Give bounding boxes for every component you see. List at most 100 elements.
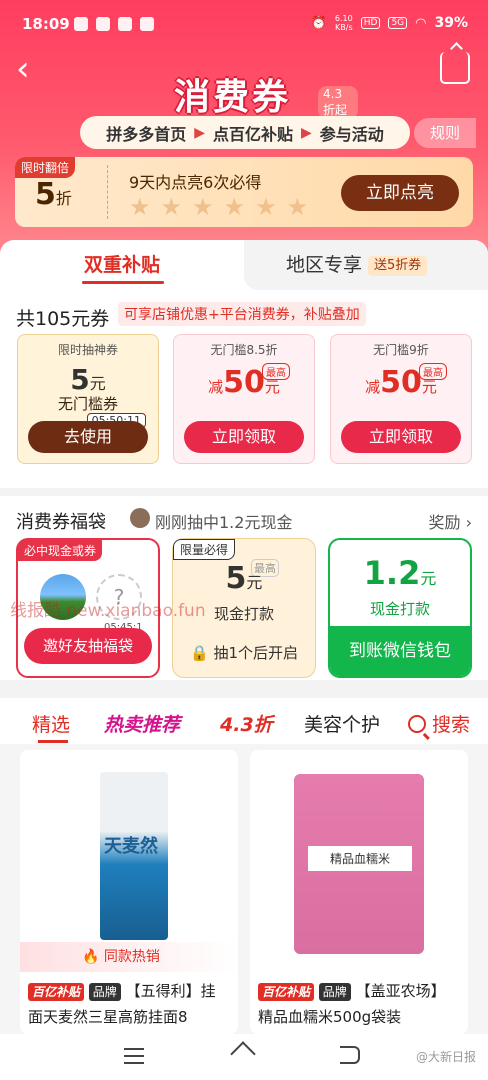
step-1: 拼多多首页 (106, 124, 187, 144)
coupon-note: 可享店铺优惠+平台消费券，补贴叠加 (118, 302, 366, 326)
subsidy-badge: 百亿补贴 (28, 983, 85, 1001)
lock-icon: 🔒 (189, 644, 209, 662)
app-notification-icon (118, 17, 132, 31)
lock-note: 🔒 抽1个后开启 (189, 644, 298, 662)
cash-amount: 1.2元 (363, 554, 437, 592)
search-button[interactable]: 搜索 (407, 710, 470, 737)
hero-banner: 18:09 ⏰ 6.10 KB/s HD 5G ◠ 39% ‹ 消费券 4.3折起… (0, 0, 488, 260)
coupon-value: 减50元 (208, 365, 280, 400)
star-icon: ★ (223, 193, 246, 221)
watermark: 线报酷 new.xianbao.fun (10, 601, 206, 621)
lucky-bag-section: 消费券福袋 刚刚抽中1.2元现金 奖励 › 必中现金或券 ? 05:45:1 邀… (0, 488, 488, 678)
product-name: 百亿补贴 品牌 【盖亚农场】精品血糯米500g袋装 (258, 982, 446, 1026)
page-title: 消费券 4.3折起 (168, 66, 358, 119)
flip-tag: 限时翻倍 (15, 157, 76, 178)
hot-sale-tag: 🔥 同款热销 (20, 942, 238, 972)
rules-button[interactable]: 规则 (414, 118, 476, 148)
star-icon: ★ (129, 193, 151, 221)
chevron-right-icon: ▶ (194, 124, 205, 141)
home-icon[interactable] (231, 1044, 257, 1066)
cash-amount: 5元 (225, 561, 263, 596)
status-bar: 18:09 ⏰ 6.10 KB/s HD 5G ◠ 39% (0, 0, 488, 48)
tab-region-exclusive[interactable]: 地区专享 送5折券 (244, 240, 488, 290)
claim-coupon-button[interactable]: 立即领取 (184, 421, 304, 453)
network-speed: 6.10 KB/s (334, 14, 353, 32)
coupon-card: 无门槛8.5折 减50元 最高 立即领取 (173, 334, 315, 464)
coupon-desc: 无门槛券 (57, 395, 118, 413)
title-badge: 4.3折起 (318, 86, 358, 119)
tab-discount[interactable]: 4.3折 (220, 710, 273, 737)
hd-indicator: HD (360, 17, 381, 29)
max-tag: 最高 (262, 363, 290, 380)
coupon-card: 限时抽神券 5元 无门槛券 05:50:11 去使用 (17, 334, 159, 464)
cash-desc: 现金打款 (369, 600, 430, 618)
product-image: 天麦然 (20, 750, 238, 972)
region-badge: 送5折券 (368, 256, 428, 276)
system-nav-bar: @大新日报 (0, 1034, 488, 1080)
max-tag: 最高 (419, 363, 447, 380)
alarm-icon: ⏰ (310, 15, 327, 31)
subsidy-tabs: 双重补贴 地区专享 送5折券 (0, 240, 488, 290)
weibo-watermark: @大新日报 (415, 1050, 476, 1064)
product-name: 百亿补贴 品牌 【五得利】挂面天麦然三星高筋挂面8 (28, 982, 216, 1026)
product-feed: 天麦然 🔥 同款热销 百亿补贴 品牌 【五得利】挂面天麦然三星高筋挂面8 精品血… (0, 744, 488, 1034)
star-icon: ★ (160, 193, 183, 221)
divider (107, 165, 108, 219)
star-icon: ★ (255, 193, 277, 221)
reward-link[interactable]: 奖励 › (429, 509, 473, 533)
limited-tag: 限量必得 (173, 539, 236, 560)
claim-coupon-button[interactable]: 立即领取 (341, 421, 461, 453)
wechat-wallet-button[interactable]: 到账微信钱包 (330, 626, 470, 676)
coupon-card: 无门槛9折 减50元 最高 立即领取 (330, 334, 472, 464)
coupon-value: 减50元 (365, 365, 437, 400)
star-icon: ★ (192, 193, 214, 221)
avatar (130, 508, 150, 528)
coupon-head: 限时抽神券 (57, 343, 118, 357)
flip-description: 9天内点亮6次必得 (129, 173, 262, 192)
light-up-button[interactable]: 立即点亮 (341, 175, 459, 211)
tab-double-subsidy[interactable]: 双重补贴 (0, 240, 244, 290)
coupon-head: 无门槛9折 (373, 343, 429, 357)
product-image: 精品血糯米 (250, 750, 468, 972)
app-notification-icon (140, 17, 154, 31)
system-indicators: ⏰ 6.10 KB/s HD 5G ◠ 39% (311, 14, 468, 32)
flip-banner: 限时翻倍 5折 9天内点亮6次必得 ★ ★ ★ ★ ★ ★ 立即点亮 (15, 157, 473, 227)
lucky-bag-title: 消费券福袋 (16, 512, 106, 533)
back-nav-icon[interactable] (340, 1046, 360, 1064)
subsidy-badge: 百亿补贴 (258, 983, 315, 1001)
winner-ticker: 刚刚抽中1.2元现金 (155, 513, 293, 532)
coupon-total: 共105元券 (16, 308, 110, 330)
star-icon: ★ (286, 193, 309, 221)
rice-package: 精品血糯米 (294, 774, 424, 954)
progress-stars: ★ ★ ★ ★ ★ ★ (129, 195, 308, 219)
activity-steps: 拼多多首页 ▶ 点百亿补贴 ▶ 参与活动 (80, 116, 410, 149)
guarantee-tag: 必中现金或券 (18, 540, 103, 561)
noodle-package: 天麦然 (100, 772, 168, 940)
flip-discount: 5折 (35, 177, 72, 212)
share-icon[interactable] (440, 52, 470, 84)
step-2: 点百亿补贴 (212, 124, 293, 144)
tab-hot-recommend[interactable]: 热卖推荐 (104, 710, 180, 737)
lucky-card-wechat: 1.2元 现金打款 到账微信钱包 (328, 538, 472, 678)
menu-icon[interactable] (124, 1048, 144, 1064)
brand-badge: 品牌 (88, 983, 121, 1001)
invite-friends-button[interactable]: 邀好友抽福袋 (24, 628, 152, 664)
feed-tabs: 精选 热卖推荐 4.3折 美容个护 搜索 (0, 688, 488, 744)
notification-icons (74, 17, 154, 31)
coupon-head: 无门槛8.5折 (210, 343, 278, 357)
app-notification-icon (74, 17, 88, 31)
tab-beauty[interactable]: 美容个护 (304, 710, 380, 737)
wifi-icon: ◠ (415, 15, 427, 31)
back-icon[interactable]: ‹ (16, 52, 46, 88)
product-card[interactable]: 天麦然 🔥 同款热销 百亿补贴 品牌 【五得利】挂面天麦然三星高筋挂面8 (20, 750, 238, 1034)
use-coupon-button[interactable]: 去使用 (28, 421, 148, 453)
brand-badge: 品牌 (318, 983, 351, 1001)
product-card[interactable]: 精品血糯米 百亿补贴 品牌 【盖亚农场】精品血糯米500g袋装 (250, 750, 468, 1034)
fire-icon: 🔥 (82, 949, 100, 965)
title-text: 消费券 (174, 77, 292, 118)
battery-level: 39% (434, 15, 468, 31)
tab-selected[interactable]: 精选 (32, 710, 70, 743)
search-icon (407, 715, 426, 733)
chevron-right-icon: ▶ (301, 124, 312, 141)
network-indicator: 5G (388, 17, 408, 29)
